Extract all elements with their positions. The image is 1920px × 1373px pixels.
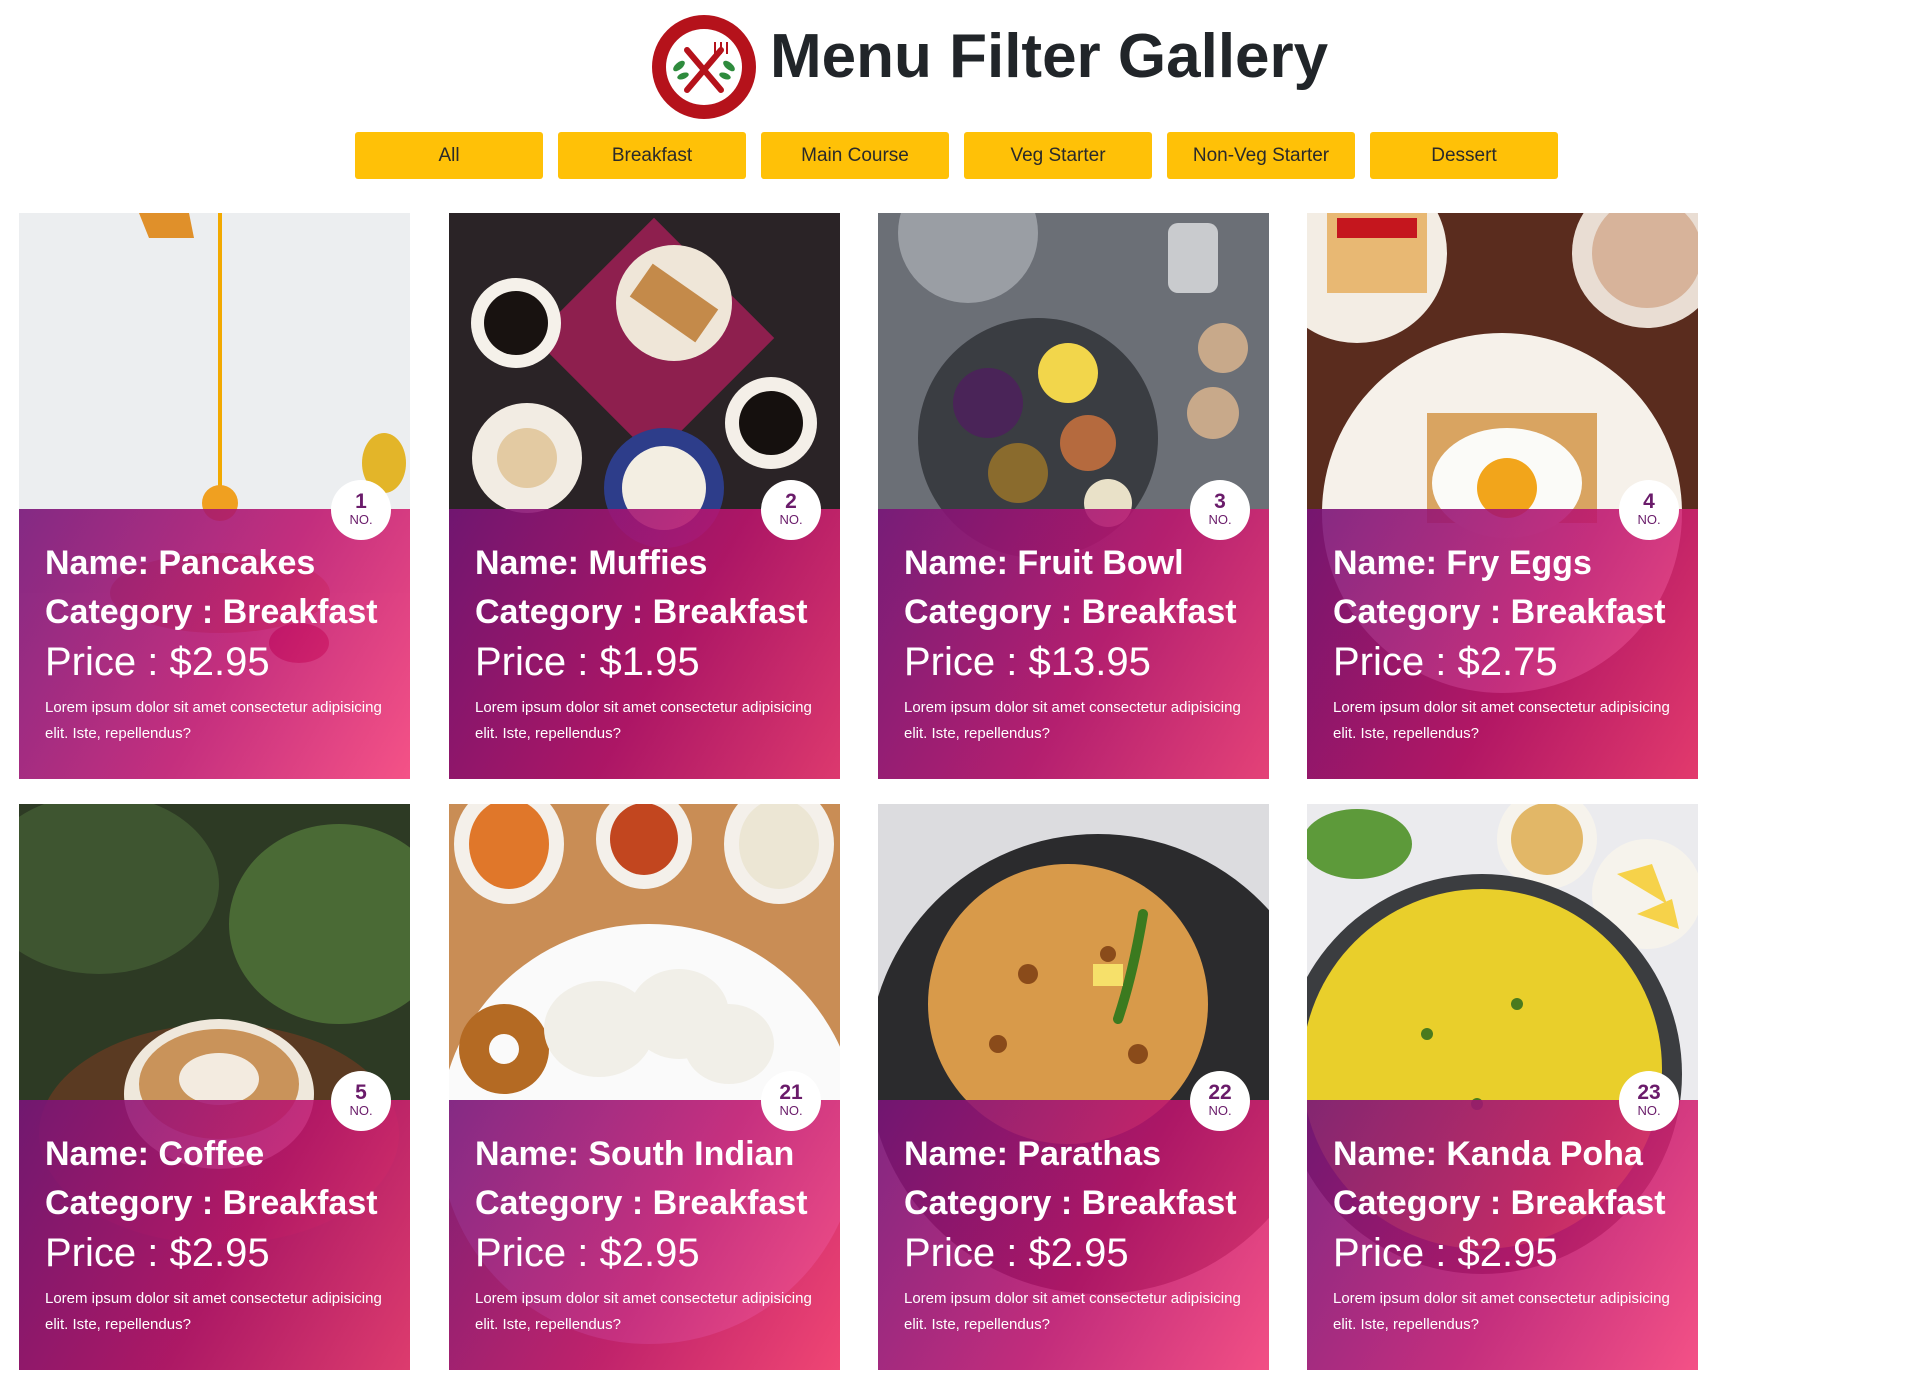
card-name: Name: Kanda Poha	[1333, 1135, 1643, 1173]
filter-non-veg-starter-button[interactable]: Non-Veg Starter	[1167, 132, 1355, 179]
card-price: Price : $2.75	[1333, 640, 1558, 684]
menu-card[interactable]: 23 NO. Name: Kanda Poha Category : Break…	[1307, 804, 1698, 1370]
card-description: Lorem ipsum dolor sit amet consectetur a…	[475, 699, 812, 742]
filter-veg-starter-button[interactable]: Veg Starter	[964, 132, 1152, 179]
card-category: Category : Breakfast	[904, 1184, 1237, 1222]
card-category: Category : Breakfast	[45, 593, 378, 631]
filter-all-button[interactable]: All	[355, 132, 543, 179]
page-title: Menu Filter Gallery	[770, 22, 1329, 91]
card-category: Category : Breakfast	[475, 593, 808, 631]
card-description: Lorem ipsum dolor sit amet consectetur a…	[1333, 1290, 1670, 1333]
card-number-badge: 3 NO.	[1190, 480, 1250, 540]
card-description: Lorem ipsum dolor sit amet consectetur a…	[45, 1290, 382, 1333]
card-text: Name: Pancakes Category : Breakfast Pric…	[45, 539, 395, 747]
card-name: Name: Pancakes	[45, 544, 316, 582]
card-price: Price : $2.95	[475, 1231, 700, 1275]
card-text: Name: Muffies Category : Breakfast Price…	[475, 539, 825, 747]
card-price: Price : $1.95	[475, 640, 700, 684]
card-text: Name: South Indian Category : Breakfast …	[475, 1130, 825, 1338]
card-text: Name: Fruit Bowl Category : Breakfast Pr…	[904, 539, 1254, 747]
card-text: Name: Fry Eggs Category : Breakfast Pric…	[1333, 539, 1683, 747]
card-price: Price : $13.95	[904, 640, 1151, 684]
card-number-badge: 1 NO.	[331, 480, 391, 540]
restaurant-logo-icon	[652, 15, 756, 119]
card-name: Name: Parathas	[904, 1135, 1162, 1173]
card-number-badge: 21 NO.	[761, 1071, 821, 1131]
card-description: Lorem ipsum dolor sit amet consectetur a…	[904, 699, 1241, 742]
card-number-badge: 22 NO.	[1190, 1071, 1250, 1131]
card-text: Name: Coffee Category : Breakfast Price …	[45, 1130, 395, 1338]
card-text: Name: Parathas Category : Breakfast Pric…	[904, 1130, 1254, 1338]
card-category: Category : Breakfast	[45, 1184, 378, 1222]
card-category: Category : Breakfast	[1333, 1184, 1666, 1222]
card-text: Name: Kanda Poha Category : Breakfast Pr…	[1333, 1130, 1683, 1338]
card-number-badge: 23 NO.	[1619, 1071, 1679, 1131]
card-category: Category : Breakfast	[904, 593, 1237, 631]
card-name: Name: Coffee	[45, 1135, 265, 1173]
card-description: Lorem ipsum dolor sit amet consectetur a…	[45, 699, 382, 742]
card-price: Price : $2.95	[904, 1231, 1129, 1275]
filter-main-course-button[interactable]: Main Course	[761, 132, 949, 179]
menu-card[interactable]: 22 NO. Name: Parathas Category : Breakfa…	[878, 804, 1269, 1370]
menu-card[interactable]: 21 NO. Name: South Indian Category : Bre…	[449, 804, 840, 1370]
menu-card[interactable]: 3 NO. Name: Fruit Bowl Category : Breakf…	[878, 213, 1269, 779]
card-description: Lorem ipsum dolor sit amet consectetur a…	[904, 1290, 1241, 1333]
card-number-badge: 4 NO.	[1619, 480, 1679, 540]
card-name: Name: South Indian	[475, 1135, 795, 1173]
filter-dessert-button[interactable]: Dessert	[1370, 132, 1558, 179]
card-name: Name: Muffies	[475, 544, 708, 582]
card-category: Category : Breakfast	[475, 1184, 808, 1222]
card-number-badge: 2 NO.	[761, 480, 821, 540]
card-description: Lorem ipsum dolor sit amet consectetur a…	[475, 1290, 812, 1333]
card-name: Name: Fry Eggs	[1333, 544, 1592, 582]
card-price: Price : $2.95	[1333, 1231, 1558, 1275]
card-price: Price : $2.95	[45, 640, 270, 684]
card-category: Category : Breakfast	[1333, 593, 1666, 631]
menu-card[interactable]: 2 NO. Name: Muffies Category : Breakfast…	[449, 213, 840, 779]
page-header: Menu Filter Gallery	[0, 10, 1920, 119]
card-number-badge: 5 NO.	[331, 1071, 391, 1131]
filter-breakfast-button[interactable]: Breakfast	[558, 132, 746, 179]
menu-card[interactable]: 4 NO. Name: Fry Eggs Category : Breakfas…	[1307, 213, 1698, 779]
card-name: Name: Fruit Bowl	[904, 544, 1184, 582]
menu-card[interactable]: 5 NO. Name: Coffee Category : Breakfast …	[19, 804, 410, 1370]
card-description: Lorem ipsum dolor sit amet consectetur a…	[1333, 699, 1670, 742]
card-price: Price : $2.95	[45, 1231, 270, 1275]
menu-card[interactable]: 1 NO. Name: Pancakes Category : Breakfas…	[19, 213, 410, 779]
